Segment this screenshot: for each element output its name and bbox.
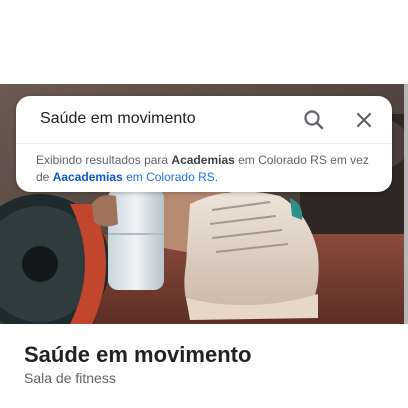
spelling-correction-notice: Exibindo resultados para Academias em Co… [36,152,376,186]
search-icon [304,110,324,130]
correction-suffix: . [214,170,219,184]
original-term: Aacademias [52,170,123,184]
original-query-link[interactable]: Aacademias em Colorado RS [53,170,215,184]
search-button[interactable] [300,106,328,134]
close-button[interactable] [350,106,378,134]
place-category[interactable]: Sala de fitness [24,370,116,386]
place-page: Saúde em movimento Exibindo resultados p… [0,0,408,408]
close-icon [356,112,372,128]
correction-prefix: Exibindo resultados para [36,153,172,167]
search-input[interactable]: Saúde em movimento [40,110,196,128]
search-bar[interactable]: Saúde em movimento [16,96,392,144]
corrected-location: em Colorado RS [234,153,327,167]
search-card: Saúde em movimento Exibindo resultados p… [16,96,392,192]
place-title: Saúde em movimento [24,342,252,367]
corrected-term: Academias [171,153,235,167]
scrollbar[interactable] [404,84,408,324]
original-location: em Colorado RS [122,170,215,184]
